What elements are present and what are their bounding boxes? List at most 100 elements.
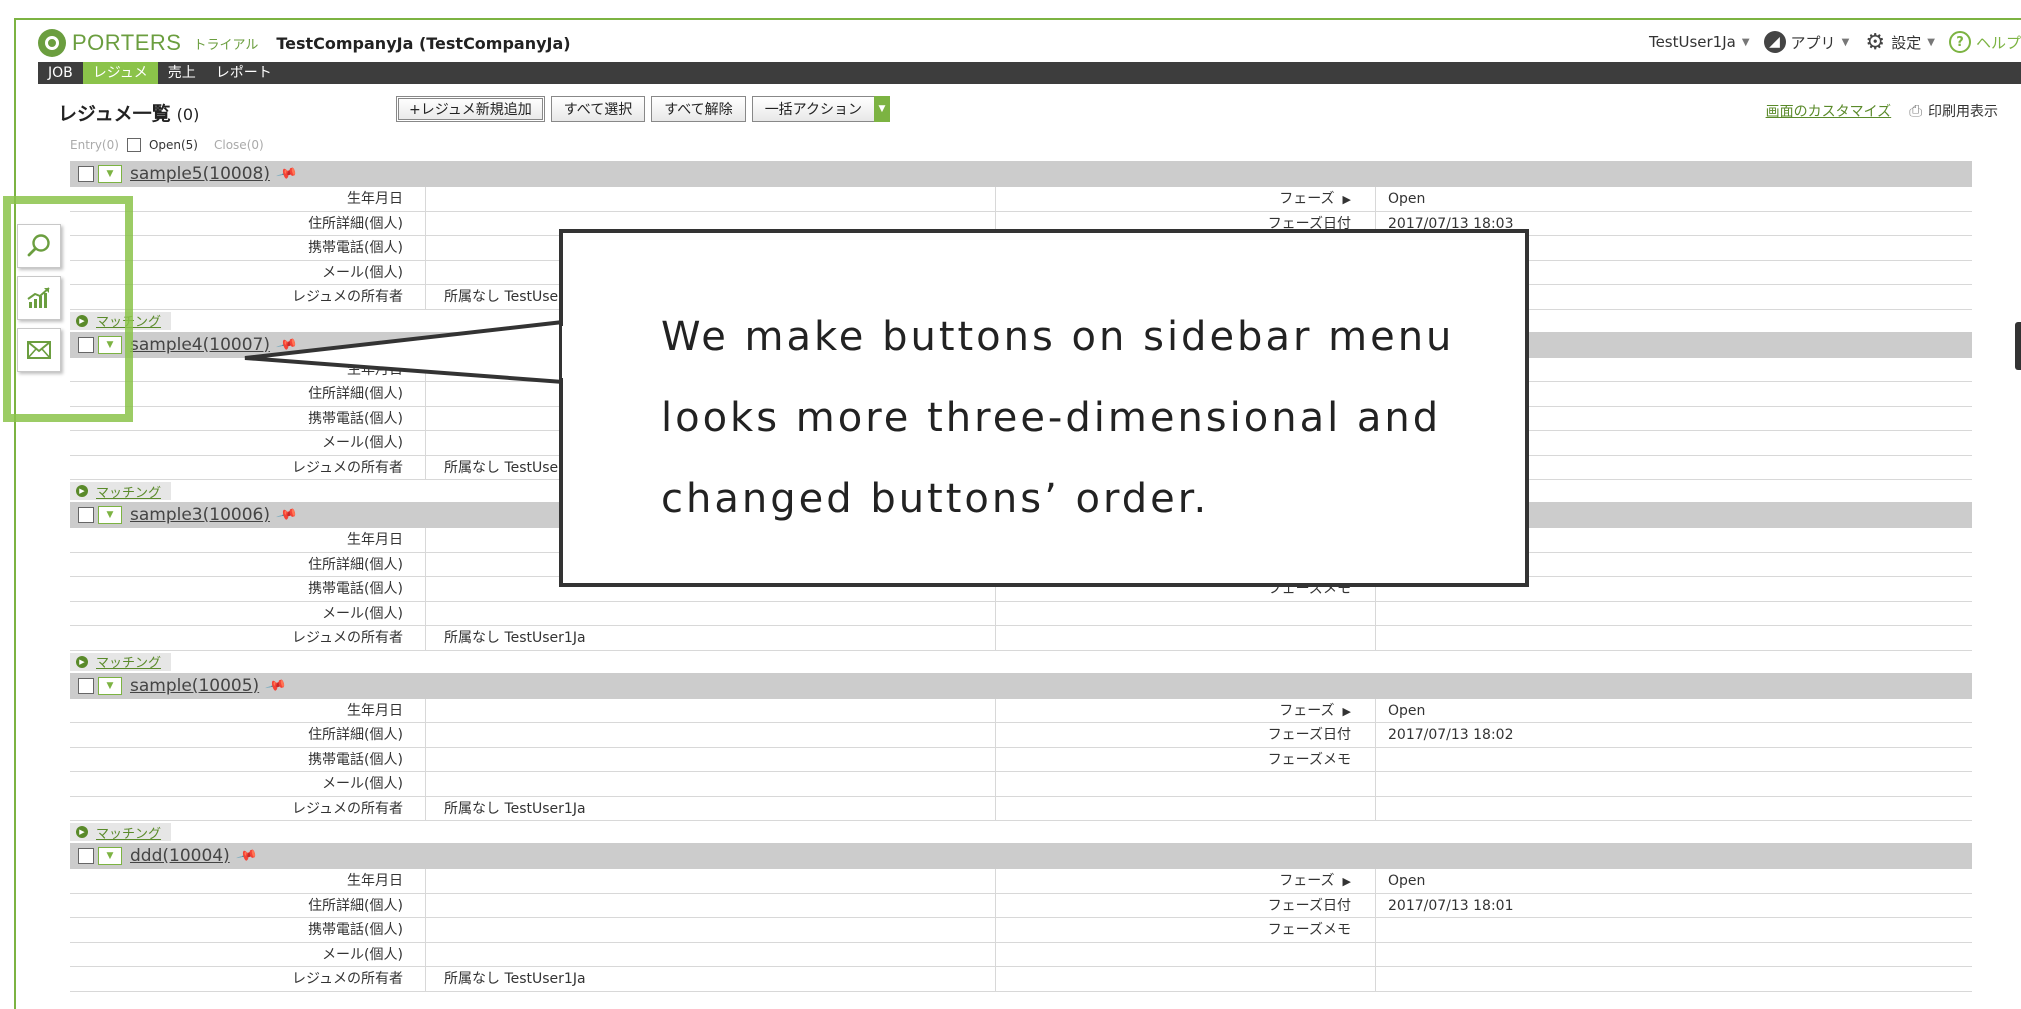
matching-link[interactable]: ▶ マッチング (70, 652, 172, 671)
field-value: Open (1375, 869, 1972, 893)
matching-link[interactable]: ▶ マッチング (70, 482, 172, 501)
resume-record: ▼ sample(10005) 📌 生年月日 フェーズ ▶ Open 住所詳細(個人)… (70, 672, 1972, 844)
field-value (425, 942, 995, 966)
matching-link[interactable]: ▶ マッチング (70, 823, 172, 842)
table-row: 住所詳細(個人) フェーズ日付 2017/07/13 18:01 (70, 893, 1972, 918)
field-value (425, 698, 995, 722)
pin-icon[interactable]: 📌 (275, 333, 298, 356)
table-row: 携帯電話(個人) フェーズメモ (70, 747, 1972, 772)
field-value: Open (1375, 187, 1972, 211)
play-icon[interactable]: ▶ (1343, 875, 1351, 888)
field-label: 生年月日 (347, 702, 403, 719)
field-label: 生年月日 (347, 873, 403, 889)
field-value: 2017/07/13 18:02 (1375, 723, 1972, 747)
field-label: 携帯電話(個人) (308, 581, 403, 597)
field-value: 所属なし TestUser1Ja (425, 796, 995, 820)
tab-report[interactable]: レポート (206, 62, 282, 84)
record-name-link[interactable]: sample(10005) (130, 676, 259, 696)
field-value (425, 772, 995, 796)
settings-label: 設定 (1891, 33, 1922, 52)
table-row: 生年月日フェーズ▶Open (70, 187, 1972, 212)
field-label: 携帯電話(個人) (308, 751, 403, 768)
annotation-callout: We make buttons on sidebar menu looks mo… (559, 229, 1529, 587)
record-checkbox[interactable] (78, 166, 94, 182)
page-links: 画面のカスタマイズ ⎙ 印刷用表示 (1766, 101, 1998, 121)
record-menu-button[interactable]: ▼ (98, 676, 122, 695)
mail-icon (27, 341, 51, 359)
field-value (1375, 918, 1972, 942)
customize-link[interactable]: 画面のカスタマイズ (1766, 101, 1892, 121)
logo[interactable]: PORTERS トライアル TestCompanyJa (TestCompany… (38, 29, 571, 57)
table-row: レジュメの所有者 所属なし TestUser1Ja (70, 796, 1972, 821)
sidebar-menu (17, 224, 61, 380)
sidebar-chart-button[interactable] (17, 276, 61, 320)
field-label: 住所詳細(個人) (308, 556, 403, 573)
caret-down-icon: ▼ (106, 680, 114, 691)
print-link[interactable]: 印刷用表示 (1928, 101, 1998, 121)
select-all-button[interactable]: すべて選択 (550, 96, 646, 122)
record-header: ▼ ddd(10004) 📌 (70, 843, 1972, 869)
filter-open-checkbox[interactable] (126, 138, 141, 152)
list-toolbar: レジュメ一覧 (0) +レジュメ新規追加 すべて選択 すべて解除 一括アクション … (58, 96, 1998, 126)
play-icon[interactable]: ▶ (1343, 193, 1351, 206)
play-icon[interactable]: ▶ (1343, 705, 1351, 718)
help-icon: ? (1948, 31, 1971, 53)
table-row: 携帯電話(個人) フェーズメモ (70, 918, 1972, 943)
record-name-link[interactable]: ddd(10004) (130, 846, 230, 866)
filter-entry[interactable]: Entry(0) (70, 138, 119, 152)
field-label: メール(個人) (322, 776, 403, 792)
sidebar-search-button[interactable] (17, 224, 61, 268)
tab-job[interactable]: JOB (38, 62, 83, 84)
record-checkbox[interactable] (78, 507, 94, 523)
table-row: 住所詳細(個人) フェーズ日付2017/07/13 18:02 (70, 723, 1972, 748)
record-menu-button[interactable]: ▼ (98, 847, 122, 865)
caret-down-icon: ▼ (1841, 36, 1850, 48)
deselect-all-button[interactable]: すべて解除 (651, 96, 746, 122)
table-row: レジュメの所有者 所属なし TestUser1Ja (70, 967, 1972, 992)
print-icon[interactable]: ⎙ (1909, 101, 1922, 121)
record-menu-button[interactable]: ▼ (98, 165, 122, 183)
apps-menu[interactable]: ◢ アプリ ▼ (1763, 31, 1850, 53)
record-checkbox[interactable] (78, 848, 94, 864)
record-checkbox[interactable] (78, 677, 94, 694)
record-name-link[interactable]: sample5(10008) (130, 164, 270, 184)
user-dropdown[interactable]: TestUser1Ja ▼ (1649, 33, 1750, 51)
record-header: ▼ sample(10005) 📌 (70, 672, 1972, 699)
table-row: メール(個人) (70, 942, 1972, 967)
callout-line-3: changed buttons’ order. (661, 476, 1210, 522)
resume-record: ▼ ddd(10004) 📌 生年月日 フェーズ ▶ Open 住所詳細(個人) フェー… (70, 843, 1972, 992)
field-label: レジュメの所有者 (291, 971, 403, 987)
field-value: 所属なし TestUser1Ja (425, 967, 995, 991)
record-name-link[interactable]: sample4(10007) (130, 335, 270, 355)
field-label: 携帯電話(個人) (308, 922, 403, 938)
tab-resume[interactable]: レジュメ (82, 62, 158, 84)
callout-line-1: We make buttons on sidebar menu (661, 314, 1455, 360)
pin-icon[interactable]: 📌 (235, 845, 258, 868)
filter-close[interactable]: Close(0) (214, 138, 264, 152)
pin-icon[interactable]: 📌 (264, 674, 287, 697)
porters-logo-icon (38, 29, 66, 57)
right-edge-tab[interactable] (2015, 322, 2021, 370)
field-value: Open (1375, 698, 1972, 722)
field-value: 所属なし TestUser1Ja (425, 626, 995, 650)
filter-open[interactable]: Open(5) (126, 138, 206, 152)
field-value (425, 918, 995, 942)
field-value: 2017/07/13 18:01 (1375, 893, 1972, 917)
tab-sales[interactable]: 売上 (158, 62, 206, 84)
add-resume-button[interactable]: +レジュメ新規追加 (396, 96, 545, 122)
trial-label: トライアル (193, 37, 259, 53)
help-menu[interactable]: ? ヘルプ (1948, 31, 2021, 53)
main-nav: JOB レジュメ 売上 レポート (38, 62, 2021, 84)
pin-icon[interactable]: 📌 (275, 504, 298, 527)
sidebar-mail-button[interactable] (17, 328, 61, 372)
bulk-action-dropdown[interactable]: ▼ (874, 96, 890, 122)
record-name-link[interactable]: sample3(10006) (130, 505, 270, 525)
record-menu-button[interactable]: ▼ (98, 506, 122, 524)
field-label: レジュメの所有者 (291, 630, 403, 646)
bulk-action-button[interactable]: 一括アクション (751, 96, 875, 122)
field-value (425, 893, 995, 917)
pin-icon[interactable]: 📌 (275, 163, 298, 186)
settings-menu[interactable]: ⚙ 設定 ▼ (1863, 30, 1935, 55)
caret-down-icon: ▼ (1741, 36, 1750, 48)
field-label: フェーズ▶ (995, 187, 1375, 211)
